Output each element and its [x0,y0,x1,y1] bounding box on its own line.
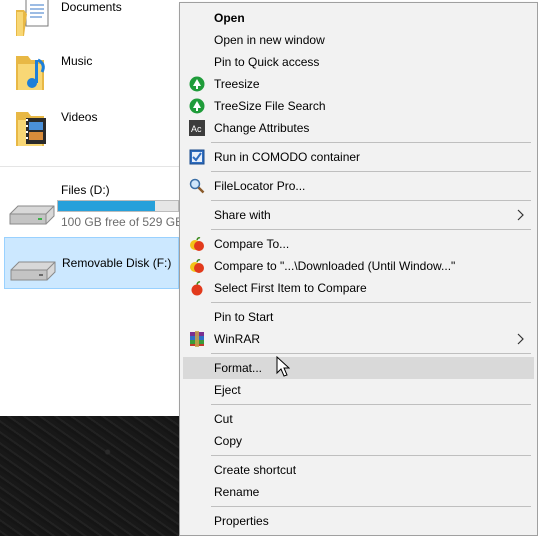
menu-item-cut[interactable]: Cut [183,408,534,430]
compare-apples-icon [189,236,205,252]
menu-item-copy[interactable]: Copy [183,430,534,452]
menu-item-pin-start[interactable]: Pin to Start [183,306,534,328]
chevron-right-icon [517,333,524,345]
menu-separator [211,506,531,507]
videos-folder-icon [16,112,46,146]
menu-item-label: Copy [214,434,243,448]
menu-item-change-attributes[interactable]: Ac Change Attributes [183,117,534,139]
menu-item-label: Compare To... [214,237,290,251]
menu-item-label: Eject [214,383,241,397]
menu-item-label: Format... [214,361,263,375]
menu-item-rename[interactable]: Rename [183,481,534,503]
menu-separator [211,404,531,405]
menu-item-label: Create shortcut [214,463,297,477]
music-folder-icon [16,56,45,90]
documents-folder[interactable]: Documents [14,0,174,44]
menu-separator [211,171,531,172]
menu-item-label: Rename [214,485,260,499]
folder-label: Documents [61,0,122,14]
menu-separator [211,302,531,303]
menu-item-share-with[interactable]: Share with [183,204,534,226]
menu-item-open[interactable]: Open [183,7,534,29]
menu-item-format[interactable]: Format... [183,357,534,379]
treesize-search-icon [189,98,205,114]
menu-item-label: Cut [214,412,233,426]
treesize-icon [189,76,205,92]
magnifier-icon [189,178,205,194]
menu-item-label: Change Attributes [214,121,310,135]
menu-item-create-shortcut[interactable]: Create shortcut [183,459,534,481]
menu-separator [211,353,531,354]
apple-icon [189,280,205,296]
chevron-right-icon [517,209,524,221]
drive-usage-bar [57,200,179,212]
menu-item-pin-quick-access[interactable]: Pin to Quick access [183,51,534,73]
menu-item-label: WinRAR [214,332,261,346]
menu-item-label: TreeSize File Search [214,99,326,113]
menu-item-treesize-search[interactable]: TreeSize File Search [183,95,534,117]
menu-separator [211,200,531,201]
menu-item-label: Pin to Quick access [214,55,320,69]
menu-separator [211,455,531,456]
menu-item-filelocator[interactable]: FileLocator Pro... [183,175,534,197]
attributes-icon-text: Ac [191,124,202,134]
menu-item-compare-to[interactable]: Compare To... [183,233,534,255]
menu-item-label: Open in new window [214,33,325,47]
folder-label: Music [61,54,93,68]
menu-item-compare-to-downloaded[interactable]: Compare to "...\Downloaded (Until Window… [183,255,534,277]
music-folder[interactable]: Music [14,50,174,98]
menu-item-select-first[interactable]: Select First Item to Compare [183,277,534,299]
menu-item-label: Run in COMODO container [214,150,361,164]
drive-name: Removable Disk (F:) [62,256,172,270]
hard-drive-icon [9,205,55,225]
menu-item-winrar[interactable]: WinRAR [183,328,534,350]
menu-item-treesize[interactable]: Treesize [183,73,534,95]
menu-item-label: Properties [214,514,269,528]
menu-separator [211,229,531,230]
drive-name: Files (D:) [61,183,110,197]
menu-item-open-new-window[interactable]: Open in new window [183,29,534,51]
menu-item-label: Compare to "...\Downloaded (Until Window… [214,259,456,273]
menu-item-comodo[interactable]: Run in COMODO container [183,146,534,168]
menu-item-label: Share with [214,208,271,222]
drive-free-space: 100 GB free of 529 GB [61,215,184,229]
section-divider [0,166,180,167]
removable-drive-icon [10,261,56,281]
menu-item-label: FileLocator Pro... [214,179,306,193]
attributes-icon: Ac [189,120,205,136]
menu-item-label: Pin to Start [214,310,274,324]
context-menu: Open Open in new window Pin to Quick acc… [179,2,538,536]
menu-item-label: Select First Item to Compare [214,281,367,295]
menu-item-eject[interactable]: Eject [183,379,534,401]
drive-removable-f[interactable]: Removable Disk (F:) [4,237,179,289]
mouse-cursor-icon [276,356,290,377]
videos-folder[interactable]: Videos [14,106,174,154]
menu-item-label: Treesize [214,77,260,91]
folder-label: Videos [61,110,98,124]
menu-item-properties[interactable]: Properties [183,510,534,532]
drive-usage-fill [58,201,156,211]
menu-separator [211,142,531,143]
winrar-icon [189,331,205,347]
compare-apples-icon [189,258,205,274]
menu-item-label: Open [214,11,245,25]
documents-folder-icon [16,0,49,36]
comodo-container-icon [189,149,205,165]
